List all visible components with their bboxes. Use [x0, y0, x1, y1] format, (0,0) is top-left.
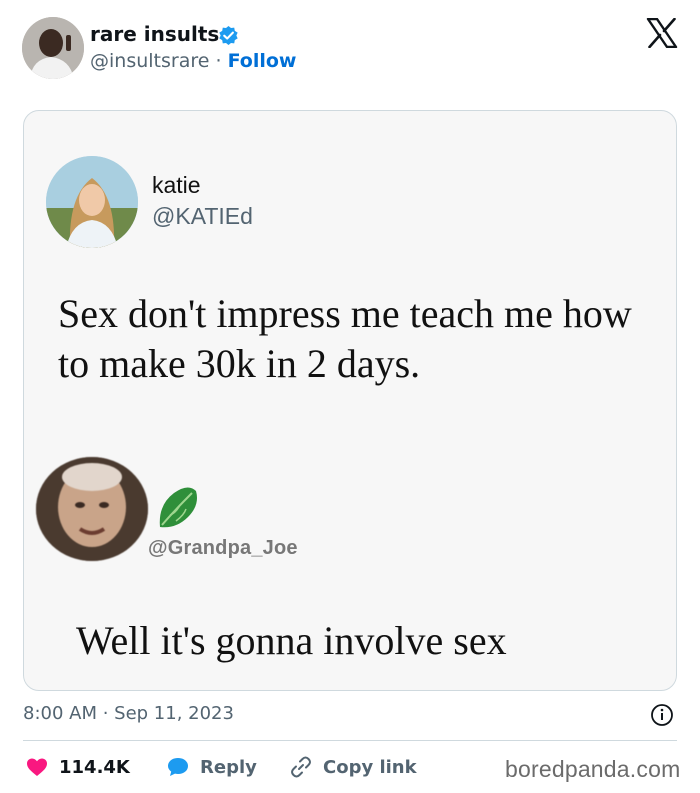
embedded-image[interactable]: katie @KATIEd Sex don't impress me teach…	[23, 110, 677, 691]
reply-label: Reply	[200, 756, 257, 778]
link-icon	[291, 756, 311, 778]
handle-row: @insultsrare · Follow	[90, 50, 296, 72]
copy-link-label: Copy link	[323, 756, 417, 778]
separator: ·	[209, 50, 228, 72]
tweet-card: rare insults @insultsrare · Follow katie…	[0, 0, 700, 793]
copy-link-button[interactable]: Copy link	[289, 753, 417, 781]
divider	[23, 740, 677, 741]
timestamp[interactable]: 8:00 AM · Sep 11, 2023	[23, 703, 234, 724]
verified-badge-icon	[219, 25, 238, 46]
first-post-text: Sex don't impress me teach me how to mak…	[58, 291, 632, 386]
watermark: boredpanda.com	[505, 756, 681, 782]
first-post-handle: @KATIEd	[152, 203, 253, 229]
reply-post-handle: @Grandpa_Joe	[148, 537, 298, 559]
lettuce-icon	[159, 487, 197, 528]
info-icon[interactable]	[650, 703, 674, 727]
like-count: 114.4K	[59, 756, 130, 778]
grandpa-joe-avatar	[36, 457, 148, 561]
reply-icon	[168, 758, 188, 776]
reply-button[interactable]: Reply	[166, 753, 257, 781]
like-button[interactable]: 114.4K	[25, 753, 130, 781]
heart-icon	[27, 758, 47, 776]
katie-avatar	[46, 156, 138, 248]
first-post-name: katie	[152, 172, 201, 198]
reply-post-text: Well it's gonna involve sex	[76, 618, 507, 663]
follow-button[interactable]: Follow	[228, 50, 297, 72]
x-logo-icon[interactable]	[646, 18, 678, 48]
avatar[interactable]	[22, 17, 84, 79]
display-name[interactable]: rare insults	[90, 22, 219, 46]
handle[interactable]: @insultsrare	[90, 50, 209, 72]
